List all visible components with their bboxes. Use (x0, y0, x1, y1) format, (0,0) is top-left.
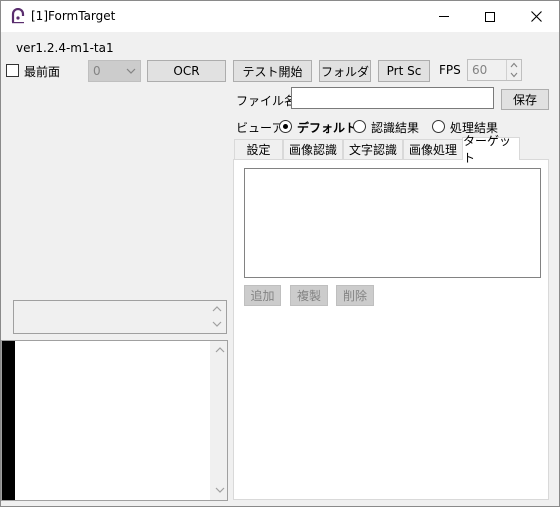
close-icon (530, 11, 542, 22)
scroll-down-icon[interactable] (213, 487, 227, 494)
viewer-default-label[interactable]: デフォルト (297, 119, 357, 136)
chevron-up-icon[interactable] (510, 62, 518, 68)
minimize-button[interactable] (421, 1, 467, 32)
minimize-icon (439, 16, 449, 17)
scroll-up-icon[interactable] (210, 305, 224, 312)
viewer-label: ビューア (236, 121, 284, 135)
target-list[interactable] (244, 168, 541, 278)
tab-settings[interactable]: 設定 (234, 139, 283, 159)
fps-stepper-buttons[interactable] (506, 60, 521, 80)
topmost-label[interactable]: 最前面 (24, 63, 60, 80)
fps-stepper[interactable]: 60 (467, 59, 522, 81)
tab-image-recognition[interactable]: 画像認識 (283, 139, 343, 159)
prtsc-button[interactable]: Prt Sc (378, 60, 430, 82)
scroll-down-icon[interactable] (210, 321, 224, 328)
close-button[interactable] (513, 1, 559, 32)
scroll-up-icon[interactable] (213, 346, 227, 353)
status-scrollbar[interactable] (209, 301, 226, 333)
tab-target[interactable]: ターゲット (462, 134, 520, 165)
title-bar: [1]FormTarget (1, 1, 559, 32)
topmost-checkbox[interactable] (6, 64, 19, 77)
log-textbox[interactable] (1, 340, 228, 501)
log-scrollbar[interactable] (210, 341, 227, 500)
ocr-button[interactable]: OCR (147, 60, 226, 82)
viewer-recognition-label[interactable]: 認識結果 (371, 119, 419, 136)
tab-image-processing[interactable]: 画像処理 (403, 139, 463, 159)
viewer-default-radio[interactable] (279, 120, 292, 133)
copy-button[interactable]: 複製 (290, 285, 328, 306)
viewer-processing-radio[interactable] (432, 120, 445, 133)
chevron-down-icon[interactable] (510, 72, 518, 78)
fps-label: FPS (439, 63, 461, 77)
tab-panel-target: 追加 複製 削除 (233, 159, 549, 500)
folder-button[interactable]: フォルダ (319, 60, 371, 82)
filename-input[interactable] (291, 87, 494, 109)
app-icon (10, 7, 26, 24)
delete-button[interactable]: 削除 (336, 285, 374, 306)
log-left-bar (2, 341, 15, 500)
version-label: ver1.2.4-m1-ta1 (16, 41, 114, 55)
viewer-recognition-radio[interactable] (353, 120, 366, 133)
save-button[interactable]: 保存 (501, 89, 549, 110)
app-window: [1]FormTarget ver1.2.4-m1-ta1 最前面 0 OCR … (0, 0, 560, 507)
tab-text-recognition[interactable]: 文字認識 (343, 139, 403, 159)
add-button[interactable]: 追加 (244, 285, 281, 306)
filename-label: ファイル名 (236, 94, 297, 108)
chevron-down-icon (126, 68, 136, 74)
number-select[interactable]: 0 (88, 60, 141, 82)
maximize-button[interactable] (467, 1, 513, 32)
fps-value: 60 (472, 63, 488, 77)
test-start-button[interactable]: テスト開始 (233, 60, 312, 82)
window-title: [1]FormTarget (31, 9, 116, 23)
status-textbox[interactable] (13, 300, 227, 334)
number-select-value: 0 (93, 64, 101, 78)
maximize-icon (485, 11, 495, 22)
